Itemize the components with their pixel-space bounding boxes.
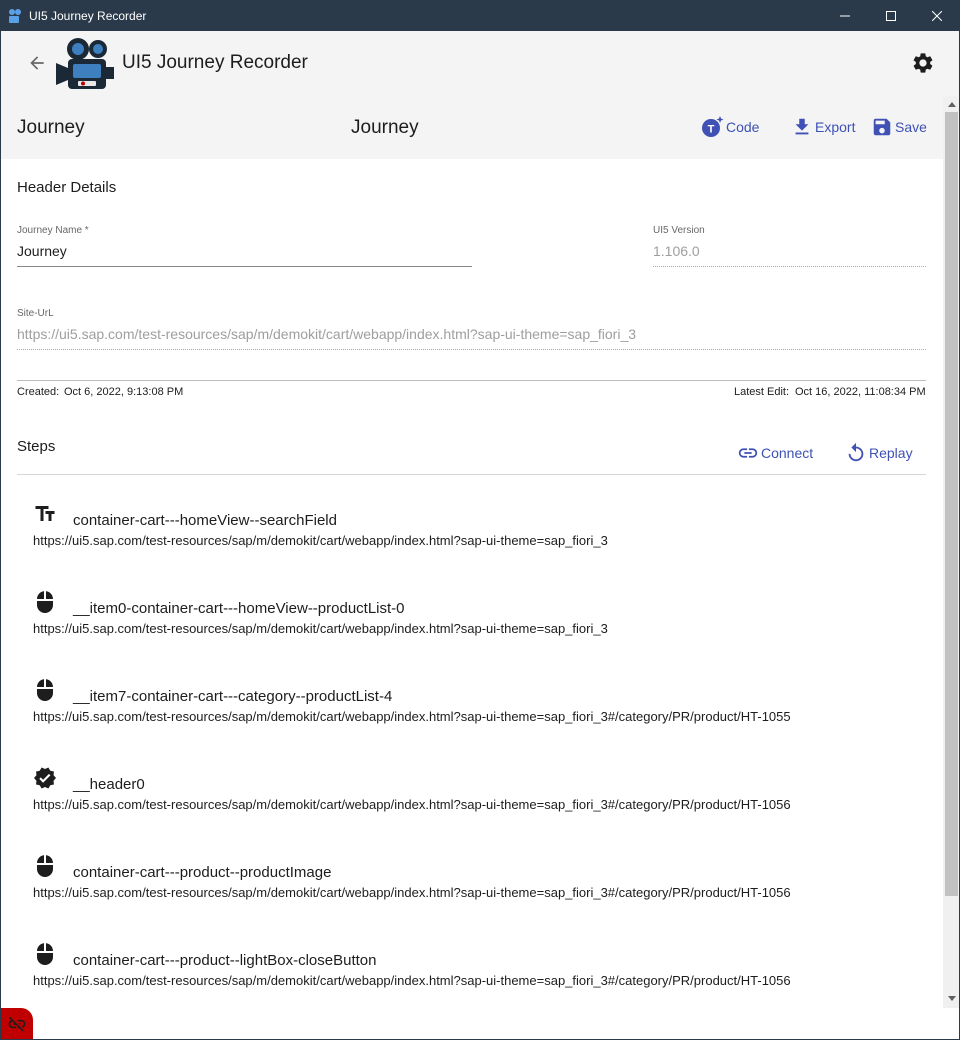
scroll-up-arrow-icon[interactable]: [945, 98, 958, 110]
replay-icon: [848, 442, 864, 462]
ui5-version-field: 1.106.0: [653, 243, 700, 259]
close-icon: [932, 10, 942, 21]
step-selector: container-cart---product--productImage: [73, 864, 332, 881]
step-selector: __header0: [73, 776, 145, 793]
verified-badge-icon: [34, 767, 56, 789]
replay-button-label: Replay: [869, 445, 913, 461]
details-divider: [17, 380, 926, 381]
app-header: UI5 Journey Recorder: [0, 31, 960, 96]
movie-camera-logo: [56, 38, 114, 89]
journey-name-label: Journey Name *: [17, 225, 89, 236]
svg-text:T: T: [708, 124, 715, 136]
link-off-icon: [8, 1016, 25, 1032]
code-button-label: Code: [726, 119, 760, 135]
step-item[interactable]: __header0 https://ui5.sap.com/test-resou…: [33, 766, 933, 826]
step-url: https://ui5.sap.com/test-resources/sap/m…: [33, 973, 791, 988]
mouse-icon: [37, 855, 53, 877]
step-item[interactable]: __item0-container-cart---homeView--produ…: [33, 590, 933, 650]
journey-name-field[interactable]: Journey: [17, 243, 67, 259]
window-titlebar: UI5 Journey Recorder: [0, 0, 960, 31]
save-button-label: Save: [895, 119, 927, 135]
step-item[interactable]: __item7-container-cart---category--produ…: [33, 678, 933, 738]
minimize-icon: [840, 15, 850, 16]
connect-button[interactable]: Connect: [737, 442, 813, 464]
step-selector: __item7-container-cart---category--produ…: [73, 688, 393, 705]
download-icon: [795, 118, 809, 135]
close-window-button[interactable]: [914, 0, 960, 31]
code-sparkle-icon: T: [702, 116, 724, 137]
steps-divider: [17, 474, 926, 475]
arrow-left-icon: [30, 56, 44, 70]
export-button-label: Export: [815, 119, 856, 135]
step-item[interactable]: container-cart---homeView--searchField h…: [33, 502, 933, 562]
app-icon: [9, 8, 21, 23]
step-item[interactable]: container-cart---product--lightBox-close…: [33, 942, 933, 1002]
steps-title: Steps: [17, 438, 56, 455]
disconnected-badge[interactable]: [0, 1008, 33, 1040]
step-url: https://ui5.sap.com/test-resources/sap/m…: [33, 709, 791, 724]
created-value: Oct 6, 2022, 9:13:08 PM: [64, 386, 184, 398]
page-toolbar: Journey Journey T Code Export Save: [0, 96, 943, 159]
connect-button-label: Connect: [761, 445, 814, 461]
maximize-button[interactable]: [868, 0, 914, 31]
step-selector: container-cart---homeView--searchField: [73, 512, 337, 529]
latest-edit-label: Latest Edit:: [734, 386, 790, 398]
ui5-version-underline: [653, 266, 926, 267]
site-url-underline: [17, 349, 926, 350]
step-item[interactable]: container-cart---product--productImage h…: [33, 854, 933, 914]
link-icon: [738, 448, 758, 458]
page-center-title: Journey: [351, 117, 419, 138]
text-input-icon: [35, 506, 55, 521]
mouse-icon: [37, 591, 53, 613]
minimize-button[interactable]: [822, 0, 868, 31]
ui5-version-label: UI5 Version: [653, 225, 705, 236]
page-title: Journey: [17, 117, 85, 138]
site-url-field: https://ui5.sap.com/test-resources/sap/m…: [17, 326, 637, 342]
latest-edit-value: Oct 16, 2022, 11:08:34 PM: [795, 386, 926, 398]
step-selector: __item0-container-cart---homeView--produ…: [73, 600, 405, 617]
mouse-icon: [37, 943, 53, 965]
scrollbar-thumb[interactable]: [945, 112, 958, 896]
header-details-title: Header Details: [17, 179, 117, 196]
step-url: https://ui5.sap.com/test-resources/sap/m…: [33, 621, 608, 636]
window-title: UI5 Journey Recorder: [29, 8, 147, 23]
maximize-icon: [886, 10, 896, 21]
replay-button[interactable]: Replay: [845, 442, 913, 464]
step-url: https://ui5.sap.com/test-resources/sap/m…: [33, 533, 608, 548]
step-url: https://ui5.sap.com/test-resources/sap/m…: [33, 797, 791, 812]
mouse-icon: [37, 679, 53, 701]
code-button[interactable]: T Code: [700, 114, 759, 140]
created-label: Created:: [17, 386, 60, 398]
back-button[interactable]: [24, 50, 50, 76]
step-url: https://ui5.sap.com/test-resources/sap/m…: [33, 885, 791, 900]
export-button[interactable]: Export: [791, 114, 855, 140]
scroll-down-arrow-icon[interactable]: [945, 992, 958, 1004]
site-url-label: Site-UrL: [17, 308, 54, 319]
save-floppy-icon: [873, 118, 891, 136]
save-button[interactable]: Save: [871, 114, 927, 140]
journey-name-underline: [17, 266, 472, 267]
step-selector: container-cart---product--lightBox-close…: [73, 952, 377, 969]
settings-gear-icon[interactable]: [911, 51, 935, 75]
app-title: UI5 Journey Recorder: [122, 52, 308, 73]
